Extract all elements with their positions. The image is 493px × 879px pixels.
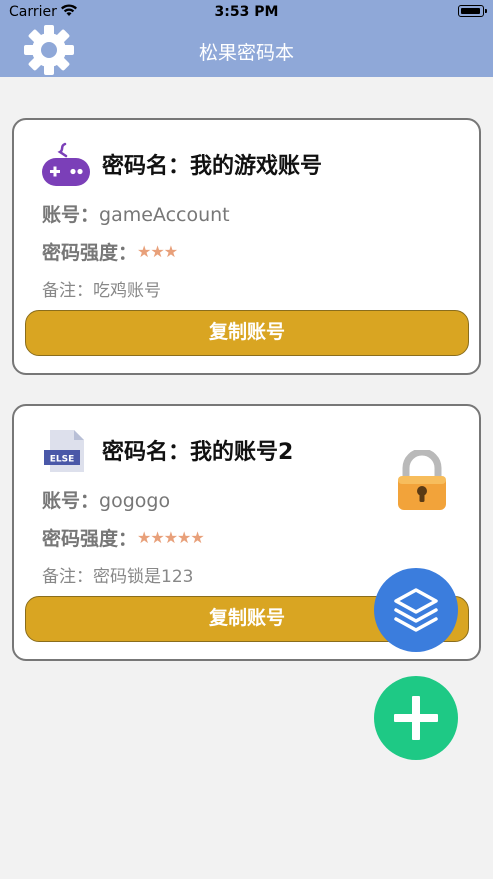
strength-stars: ★★★★★ <box>137 528 205 547</box>
note-text: 备注：密码锁是123 <box>42 567 194 587</box>
password-card[interactable]: 密码名：我的游戏账号 账号：gameAccount 密码强度：★★★ 备注：吃鸡… <box>12 118 481 375</box>
nav-bar: 松果密码本 <box>0 24 493 77</box>
account-value: gogogo <box>99 490 171 512</box>
account-label: 账号： <box>42 204 100 226</box>
add-password-button[interactable] <box>374 676 458 760</box>
strength-label: 密码强度： <box>42 242 138 264</box>
else-icon-label: ELSE <box>50 455 75 465</box>
clock: 3:53 PM <box>214 4 279 20</box>
account-label: 账号： <box>42 490 100 512</box>
plus-icon <box>394 696 438 740</box>
gamepad-icon <box>40 142 92 188</box>
status-bar: Carrier 3:53 PM <box>0 0 493 24</box>
strength-stars: ★★★ <box>137 242 178 261</box>
account-row: 账号：gameAccount <box>42 200 230 227</box>
strength-row: 密码强度：★★★★★ <box>42 524 205 551</box>
copy-account-button[interactable]: 复制账号 <box>25 310 469 356</box>
account-row: 账号：gogogo <box>42 486 170 513</box>
layers-button[interactable] <box>374 568 458 652</box>
layers-icon <box>394 588 438 632</box>
password-name: 密码名：我的账号2 <box>102 440 294 465</box>
strength-row: 密码强度：★★★ <box>42 238 178 265</box>
strength-label: 密码强度： <box>42 528 138 550</box>
note-text: 备注：吃鸡账号 <box>42 281 161 301</box>
else-file-icon: ELSE <box>40 428 92 474</box>
account-value: gameAccount <box>99 204 230 226</box>
password-name: 密码名：我的游戏账号 <box>102 154 323 179</box>
battery-icon <box>458 5 487 17</box>
lock-icon[interactable] <box>394 448 450 512</box>
page-title: 松果密码本 <box>198 42 294 64</box>
